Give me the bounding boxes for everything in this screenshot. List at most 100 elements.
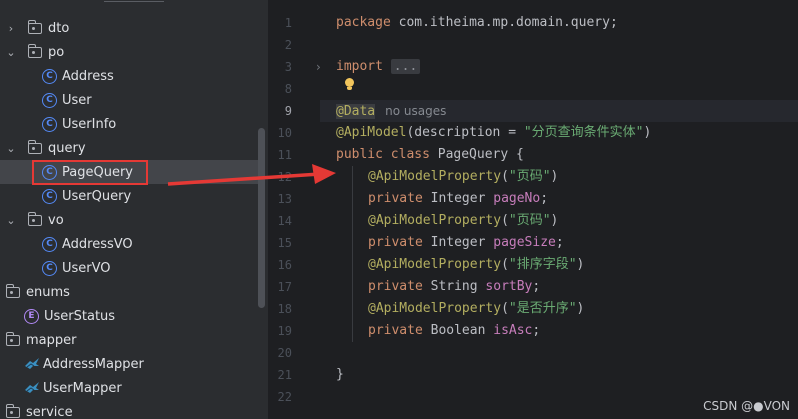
chevron-right-icon[interactable]: ›	[4, 22, 18, 35]
tree-item-label: UserMapper	[43, 380, 122, 396]
code-editor[interactable]: 1 2 3 8 9 10 11 12 13 14 15 16 17 18 19 …	[268, 0, 798, 419]
type-name: Integer	[422, 235, 494, 250]
tree-item-service[interactable]: service	[0, 400, 258, 419]
tree-item-userinfo[interactable]: C UserInfo	[0, 112, 258, 136]
code-line-12: @ApiModelProperty("页码")	[368, 169, 559, 184]
line-number: 1	[284, 16, 292, 30]
line-number: 16	[277, 258, 292, 272]
code-line-11: public class PageQuery {	[336, 144, 524, 166]
code-text: )	[643, 125, 652, 140]
code-line-10: @ApiModel(description = "分页查询条件实体")	[336, 122, 651, 144]
code-content[interactable]: package com.itheima.mp.domain.query; imp…	[336, 0, 798, 419]
chevron-down-icon[interactable]: ⌄	[4, 46, 18, 59]
annotation: @ApiModel	[336, 125, 407, 140]
class-icon: C	[42, 260, 57, 276]
tree-item-label: UserInfo	[62, 116, 117, 132]
tree-item-label: UserVO	[62, 260, 111, 276]
watermark: CSDN @●VON	[703, 399, 790, 413]
class-icon: C	[42, 164, 57, 180]
line-number: 19	[277, 324, 292, 338]
keyword: private	[368, 191, 423, 206]
annotation: @ApiModelProperty	[368, 257, 502, 272]
fold-toggle-icon[interactable]: ›	[316, 60, 321, 74]
tree-item-label: vo	[48, 212, 64, 228]
code-line-16: @ApiModelProperty("排序字段")	[368, 257, 585, 272]
line-number: 15	[277, 236, 292, 250]
mybatis-mapper-icon	[25, 382, 39, 393]
folded-imports[interactable]: ...	[390, 59, 421, 74]
type-name: Boolean	[422, 323, 494, 338]
tree-item-uservo[interactable]: C UserVO	[0, 256, 258, 280]
tree-item-vo[interactable]: ⌄ vo	[0, 208, 258, 232]
tree-item-po[interactable]: ⌄ po	[0, 40, 258, 64]
tree-item-usermapper[interactable]: UserMapper	[0, 376, 258, 400]
class-icon: C	[42, 92, 57, 108]
tree-item-label: UserStatus	[44, 308, 116, 324]
string-literal: "页码"	[508, 169, 551, 184]
tree-item-label: Address	[62, 68, 114, 84]
line-number: 18	[277, 302, 292, 316]
line-number: 22	[277, 390, 292, 404]
line-number: 12	[277, 170, 292, 184]
chevron-down-icon[interactable]: ⌄	[4, 142, 18, 155]
tree-item-dto[interactable]: › dto	[0, 16, 258, 40]
chevron-down-icon[interactable]: ⌄	[4, 214, 18, 227]
tree-item-mapper[interactable]: mapper	[0, 328, 258, 352]
tree-item-label: query	[48, 140, 86, 156]
enum-icon: E	[24, 308, 39, 324]
code-text: {	[508, 147, 524, 162]
class-icon: C	[42, 68, 57, 84]
string-literal: "页码"	[508, 213, 551, 228]
keyword: package	[336, 15, 391, 30]
code-line-15: private Integer pageSize;	[368, 232, 564, 254]
code-text: ;	[540, 191, 549, 206]
package-folder-icon	[6, 331, 20, 346]
tree-item-label: service	[26, 404, 73, 419]
line-number: 14	[277, 214, 292, 228]
package-folder-icon	[6, 283, 20, 298]
annotation: @ApiModelProperty	[368, 169, 502, 184]
tree-item-user[interactable]: C User	[0, 88, 258, 112]
tree-item-pagequery[interactable]: C PageQuery	[0, 160, 258, 184]
keyword: import	[336, 59, 383, 74]
tree-item-label: AddressVO	[62, 236, 133, 252]
field-name: pageSize	[493, 235, 556, 250]
code-line-14: @ApiModelProperty("页码")	[368, 213, 559, 228]
string-literal: "排序字段"	[508, 257, 577, 272]
package-folder-icon	[28, 19, 42, 34]
usages-hint[interactable]: no usages	[385, 104, 446, 118]
tree-item-enums[interactable]: enums	[0, 280, 258, 304]
tree-item-addressvo[interactable]: C AddressVO	[0, 232, 258, 256]
tree-item-userquery[interactable]: C UserQuery	[0, 184, 258, 208]
field-name: sortBy	[485, 279, 533, 294]
tree-item-address[interactable]: C Address	[0, 64, 258, 88]
string-literal: "是否升序"	[508, 301, 577, 316]
tree-item-label: User	[62, 92, 92, 108]
class-name: PageQuery	[429, 147, 509, 162]
code-text: ;	[532, 279, 541, 294]
package-folder-icon	[6, 403, 20, 418]
line-number: 11	[277, 148, 292, 162]
keyword: private	[368, 323, 423, 338]
line-number: 3	[284, 60, 292, 74]
keyword: private	[368, 235, 423, 250]
line-number: 20	[277, 346, 292, 360]
package-folder-icon	[28, 43, 42, 58]
class-icon: C	[42, 116, 57, 132]
code-line-19: private Boolean isAsc;	[368, 320, 540, 342]
tree-item-userstatus[interactable]: E UserStatus	[0, 304, 258, 328]
tree-item-label: UserQuery	[62, 188, 132, 204]
field-name: isAsc	[493, 323, 533, 338]
line-number: 2	[284, 38, 292, 52]
tree-scrollbar[interactable]	[258, 128, 265, 308]
package-folder-icon	[28, 139, 42, 154]
mybatis-mapper-icon	[25, 358, 39, 369]
package-name: com.itheima.mp.domain.query;	[390, 15, 618, 30]
code-text: ;	[532, 323, 541, 338]
code-line-18: @ApiModelProperty("是否升序")	[368, 301, 585, 316]
tree-item-addressmapper[interactable]: AddressMapper	[0, 352, 258, 376]
tree-item-query[interactable]: ⌄ query	[0, 136, 258, 160]
line-number-gutter: 1 2 3 8 9 10 11 12 13 14 15 16 17 18 19 …	[268, 0, 320, 419]
code-line-13: private Integer pageNo;	[368, 188, 548, 210]
tree-item-label: PageQuery	[62, 164, 133, 180]
